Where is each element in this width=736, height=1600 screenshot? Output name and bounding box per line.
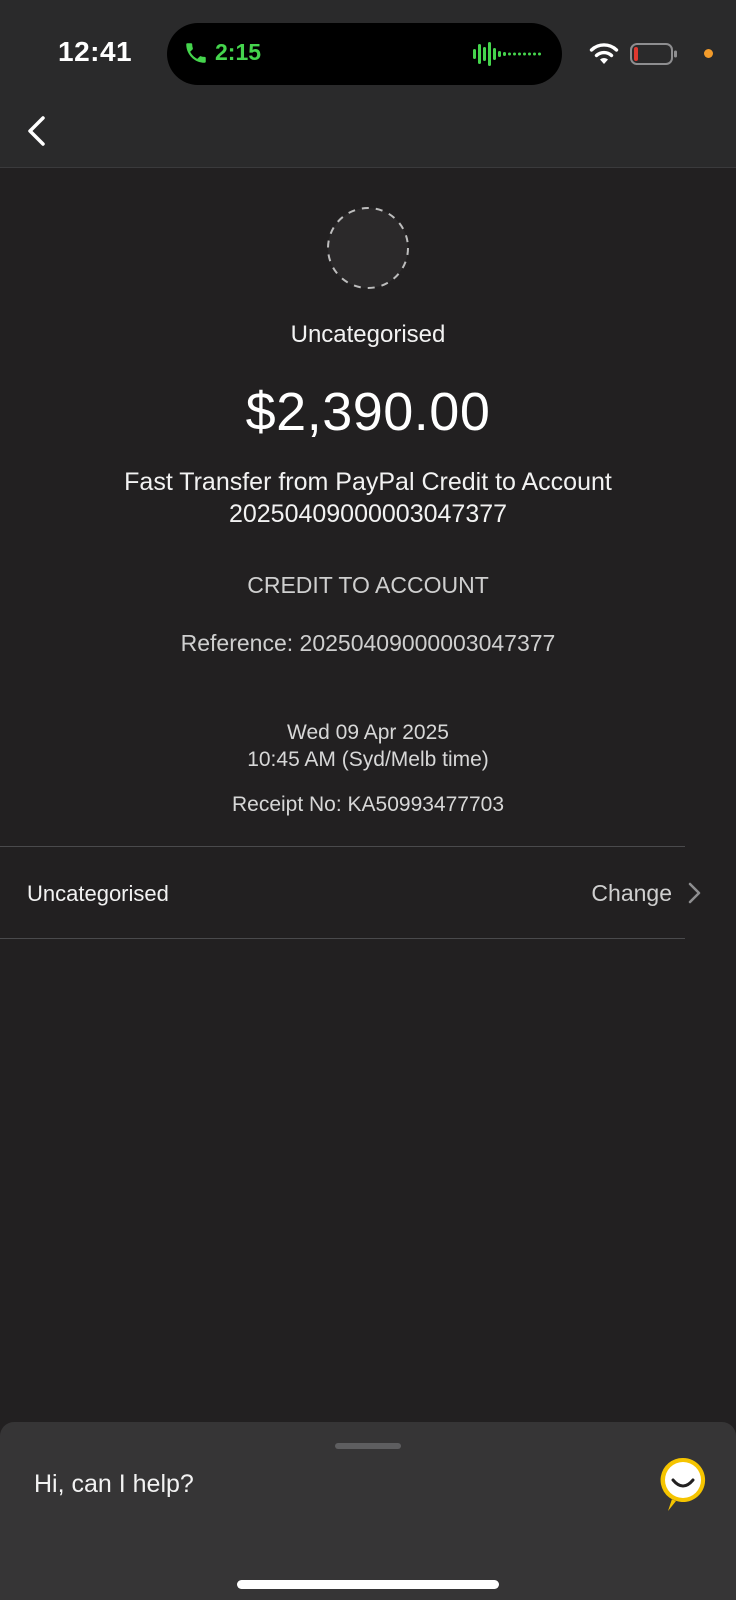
transaction-description: Fast Transfer from PayPal Credit to Acco… xyxy=(0,466,736,530)
description-line-1: Fast Transfer from PayPal Credit to Acco… xyxy=(124,468,612,496)
change-category-row[interactable]: Uncategorised Change xyxy=(0,848,736,940)
wifi-icon xyxy=(589,43,619,64)
call-duration: 2:15 xyxy=(215,39,262,65)
home-indicator xyxy=(237,1580,499,1589)
transaction-time: 10:45 AM (Syd/Melb time) xyxy=(247,748,489,771)
transaction-type: CREDIT TO ACCOUNT xyxy=(247,572,489,598)
category-row-label: Uncategorised xyxy=(27,881,169,906)
change-button[interactable]: Change xyxy=(591,880,672,907)
category-title: Uncategorised xyxy=(290,321,446,348)
assistant-icon[interactable] xyxy=(658,1456,708,1514)
transaction-date: Wed 09 Apr 2025 xyxy=(287,721,449,744)
help-sheet[interactable]: Hi, can I help? xyxy=(0,1422,736,1600)
category-placeholder-icon[interactable] xyxy=(326,206,410,290)
receipt-number: Receipt No: KA50993477703 xyxy=(231,793,505,816)
active-call-pill[interactable]: 2:15 xyxy=(167,23,562,85)
divider xyxy=(0,938,685,939)
battery-icon xyxy=(630,43,677,65)
sheet-handle[interactable] xyxy=(335,1443,401,1449)
help-prompt[interactable]: Hi, can I help? xyxy=(34,1470,194,1499)
divider xyxy=(0,846,685,847)
back-chevron-icon[interactable] xyxy=(14,110,64,160)
transaction-reference: Reference: 20250409000003047377 xyxy=(180,630,556,656)
privacy-indicator-dot xyxy=(704,49,713,58)
status-bar: 12:41 2:15 xyxy=(0,0,736,110)
phone-icon xyxy=(186,43,206,63)
transaction-amount: $2,390.00 xyxy=(245,382,491,442)
audio-waveform-icon xyxy=(473,42,541,66)
chevron-right-icon xyxy=(688,882,701,904)
navigation-bar xyxy=(0,110,736,168)
status-time: 12:41 xyxy=(58,36,133,67)
transaction-datetime: Wed 09 Apr 2025 10:45 AM (Syd/Melb time) xyxy=(0,719,736,773)
description-line-2: 20250409000003047377 xyxy=(228,500,508,528)
